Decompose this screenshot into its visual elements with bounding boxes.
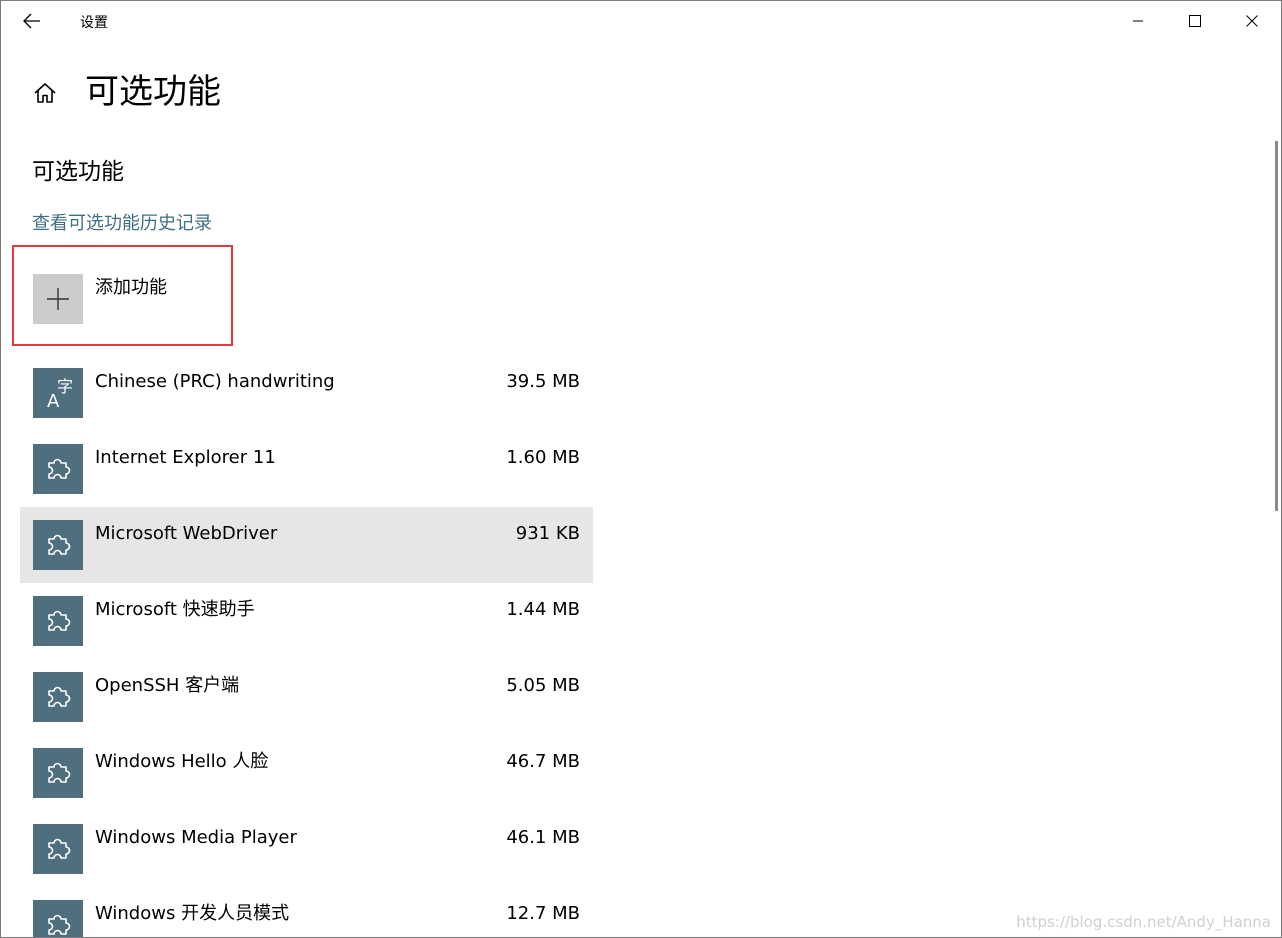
feature-tile: A 字 <box>33 368 83 418</box>
feature-name: Windows Media Player <box>95 827 297 848</box>
feature-tile <box>33 444 83 494</box>
vertical-scrollbar[interactable] <box>1275 141 1278 511</box>
feature-item[interactable]: A 字 Chinese (PRC) handwriting 39.5 MB <box>20 355 593 431</box>
feature-size: 12.7 MB <box>506 903 580 924</box>
minimize-icon <box>1133 20 1143 22</box>
maximize-button[interactable] <box>1180 7 1210 35</box>
puzzle-icon <box>48 610 71 631</box>
feature-tile <box>33 672 83 722</box>
add-feature-button[interactable]: 添加功能 <box>33 274 223 324</box>
puzzle-icon <box>48 686 71 707</box>
feature-tile <box>33 824 83 874</box>
feature-size: 931 KB <box>515 523 580 544</box>
feature-size: 46.7 MB <box>506 751 580 772</box>
minimize-button[interactable] <box>1123 7 1153 35</box>
feature-name: OpenSSH 客户端 <box>95 675 240 696</box>
feature-tile <box>33 596 83 646</box>
language-icon: A 字 <box>47 377 73 412</box>
feature-item[interactable]: Windows Media Player 46.1 MB <box>20 811 593 887</box>
puzzle-icon <box>48 458 71 479</box>
feature-item[interactable]: Internet Explorer 11 1.60 MB <box>20 431 593 507</box>
feature-item[interactable]: Microsoft WebDriver 931 KB <box>20 507 593 583</box>
feature-name: Windows Hello 人脸 <box>95 751 269 772</box>
close-button[interactable] <box>1237 7 1267 35</box>
add-feature-tile <box>33 274 83 324</box>
feature-item[interactable]: Windows Hello 人脸 46.7 MB <box>20 735 593 811</box>
page-title: 可选功能 <box>85 72 221 112</box>
puzzle-icon <box>48 534 71 555</box>
section-title: 可选功能 <box>32 159 124 185</box>
window-title: 设置 <box>80 15 108 31</box>
feature-name: Windows 开发人员模式 <box>95 903 290 924</box>
puzzle-icon <box>48 762 71 783</box>
puzzle-icon <box>48 914 71 935</box>
feature-item[interactable]: Microsoft 快速助手 1.44 MB <box>20 583 593 659</box>
feature-tile <box>33 520 83 570</box>
feature-tile <box>33 900 83 937</box>
feature-history-link[interactable]: 查看可选功能历史记录 <box>32 211 212 237</box>
feature-item[interactable]: Windows 开发人员模式 12.7 MB <box>20 887 593 937</box>
plus-icon <box>47 288 69 310</box>
watermark: https://blog.csdn.net/Andy_Hanna <box>1016 913 1271 931</box>
feature-size: 39.5 MB <box>506 371 580 392</box>
back-button[interactable] <box>19 9 45 33</box>
svg-text:字: 字 <box>57 377 73 396</box>
feature-size: 1.44 MB <box>506 599 580 620</box>
installed-features-list: A 字 Chinese (PRC) handwriting 39.5 MB In… <box>20 355 593 937</box>
settings-window: 设置 可选功能 可选功能 查看可选功能历史记录 添加功能 A 字 Chinese… <box>0 0 1282 938</box>
feature-size: 1.60 MB <box>506 447 580 468</box>
add-feature-label: 添加功能 <box>95 277 167 298</box>
feature-name: Microsoft 快速助手 <box>95 599 255 620</box>
feature-size: 46.1 MB <box>506 827 580 848</box>
feature-name: Chinese (PRC) handwriting <box>95 371 335 392</box>
home-button[interactable] <box>29 77 61 109</box>
back-arrow-icon <box>23 13 40 29</box>
feature-name: Internet Explorer 11 <box>95 447 276 468</box>
feature-size: 5.05 MB <box>506 675 580 696</box>
feature-item[interactable]: OpenSSH 客户端 5.05 MB <box>20 659 593 735</box>
title-bar: 设置 <box>1 1 1281 41</box>
close-icon <box>1246 15 1258 27</box>
home-icon <box>34 83 56 103</box>
maximize-icon <box>1189 15 1201 27</box>
feature-name: Microsoft WebDriver <box>95 523 278 544</box>
feature-tile <box>33 748 83 798</box>
puzzle-icon <box>48 838 71 859</box>
